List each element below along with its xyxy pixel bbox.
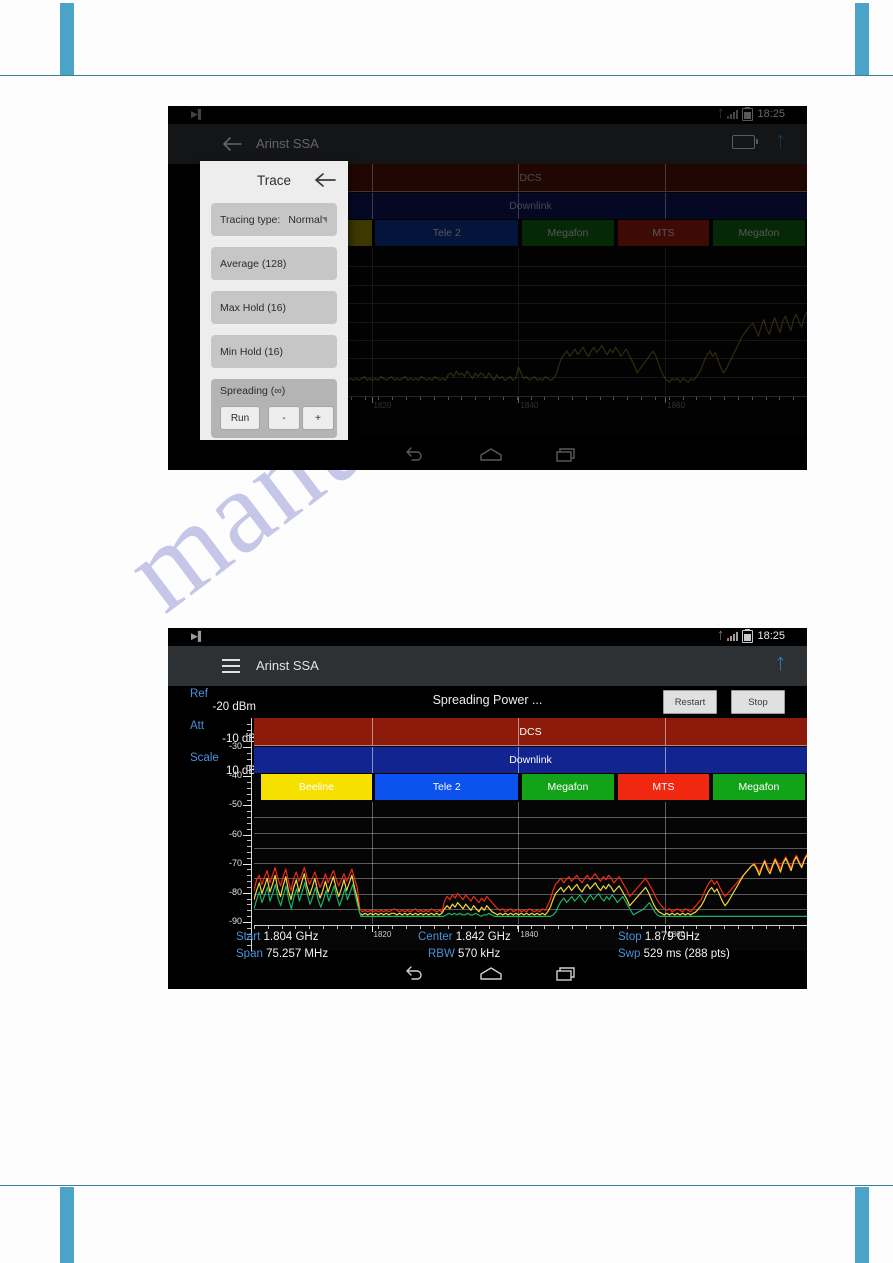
tracing-type-selector[interactable]: Tracing type: Normal [211, 203, 337, 236]
trace-min-hold [254, 882, 807, 918]
y-axis-label: -30 [228, 741, 242, 752]
hamburger-menu-icon[interactable] [222, 659, 240, 673]
band-divider [518, 747, 520, 773]
back-arrow-icon[interactable] [314, 171, 336, 189]
home-icon[interactable] [478, 965, 504, 988]
back-icon[interactable] [403, 965, 425, 988]
footer-accent-bar-right [855, 1187, 869, 1263]
header-accent-bar-left [60, 3, 74, 75]
tracing-type-value: Normal [288, 213, 323, 226]
band-megafon: Megafon [522, 774, 614, 800]
x-axis-label: 1820 [373, 930, 392, 939]
y-axis-label: -50 [228, 799, 242, 810]
average-label: Average (128) [220, 257, 287, 270]
signal-bars-icon [727, 632, 739, 641]
bluetooth-icon[interactable]: ᛏ [776, 657, 785, 673]
plot-area-2 [254, 802, 807, 924]
drawer-header: Trace [200, 169, 348, 195]
band-dcs-2: DCS [254, 718, 807, 746]
param-ref: Ref -20 dBm [190, 688, 260, 714]
battery-icon [742, 629, 754, 643]
sweep-status-row: Spreading Power ... Restart Stop [168, 686, 807, 718]
y-axis-line [251, 718, 252, 951]
min-hold-label: Min Hold (16) [220, 345, 284, 358]
readout-key: Center [418, 931, 453, 943]
band-downlink-2: Downlink [254, 747, 807, 773]
min-hold-button[interactable]: Min Hold (16) [211, 335, 337, 368]
trace-normal [254, 855, 807, 916]
page-header-rule [0, 75, 893, 76]
average-button[interactable]: Average (128) [211, 247, 337, 280]
spreading-plus-button[interactable]: + [302, 406, 334, 430]
y-axis-label: -40 [228, 770, 242, 781]
readout-key: Stop [618, 931, 642, 943]
restart-button[interactable]: Restart [663, 690, 717, 714]
band-beeline: Beeline [261, 774, 372, 800]
y-axis-label: -90 [228, 915, 242, 926]
spreading-group: Spreading (∞) Run - + [211, 379, 337, 438]
band-mts: MTS [617, 774, 710, 800]
band-divider [371, 718, 373, 745]
stop-button[interactable]: Stop [731, 690, 785, 714]
x-axis-line [254, 925, 807, 926]
spreading-run-button[interactable]: Run [220, 406, 260, 430]
chevron-down-icon [322, 217, 327, 223]
screenshot-trace-menu: ▶▌ ᛏ 18:25 Arinst SSA ᛏ DCS Downlink Bee… [168, 106, 807, 470]
status-bar-clock: 18:25 [757, 630, 785, 642]
y-axis-2: -30 -40 -50 -60 -70 -80 -90 [228, 718, 252, 951]
bluetooth-status-icon: ᛏ [717, 630, 724, 642]
max-hold-button[interactable]: Max Hold (16) [211, 291, 337, 324]
trace-lines [254, 853, 807, 918]
band-tele-2: Tele 2 [375, 774, 519, 800]
x-axis-label: 1840 [520, 930, 539, 939]
recents-icon[interactable] [555, 965, 577, 988]
y-axis-label: -70 [228, 857, 242, 868]
tracing-type-label: Tracing type: [220, 213, 281, 226]
screenshot-spreading-power: ▶▌ ᛏ 18:25 Arinst SSA ᛏ Spreading Power … [168, 628, 807, 989]
readout-value: 1.879 GHz [644, 931, 700, 943]
y-axis-label: -80 [228, 886, 242, 897]
page-footer-rule [0, 1185, 893, 1186]
band-divider [518, 718, 520, 745]
screen-record-icon: ▶▌ [191, 631, 205, 641]
spreading-label: Spreading (∞) [220, 385, 286, 397]
header-accent-bar-right [855, 3, 869, 75]
x-tick-major [518, 925, 520, 932]
readout-value: 1.842 GHz [455, 931, 511, 943]
y-axis-label: -60 [228, 828, 242, 839]
band-megafon: Megafon [712, 774, 805, 800]
readout-key: Start [236, 931, 261, 943]
readout-value: 1.804 GHz [263, 931, 319, 943]
band-divider [665, 718, 667, 745]
trace-drawer: Trace Tracing type: Normal Average (128)… [200, 161, 348, 440]
android-nav-bar-2 [168, 959, 807, 989]
x-tick-major [371, 925, 373, 932]
app-title-2: Arinst SSA [256, 658, 319, 673]
band-divider [665, 747, 667, 773]
max-hold-label: Max Hold (16) [220, 301, 286, 314]
band-divider [371, 747, 373, 773]
footer-accent-bar-left [60, 1187, 74, 1263]
spectrum-graph-2: DCS Downlink Beeline Tele 2 Megafon MTS Mega… [254, 718, 807, 951]
spreading-minus-button[interactable]: - [268, 406, 300, 430]
app-bar-2: Arinst SSA ᛏ [168, 646, 807, 686]
x-axis-2: 1820 1840 1860 [254, 925, 807, 941]
param-value[interactable]: -20 dBm [190, 701, 260, 714]
param-label: Ref [190, 688, 208, 700]
android-status-bar-2: ▶▌ ᛏ 18:25 [168, 628, 807, 646]
